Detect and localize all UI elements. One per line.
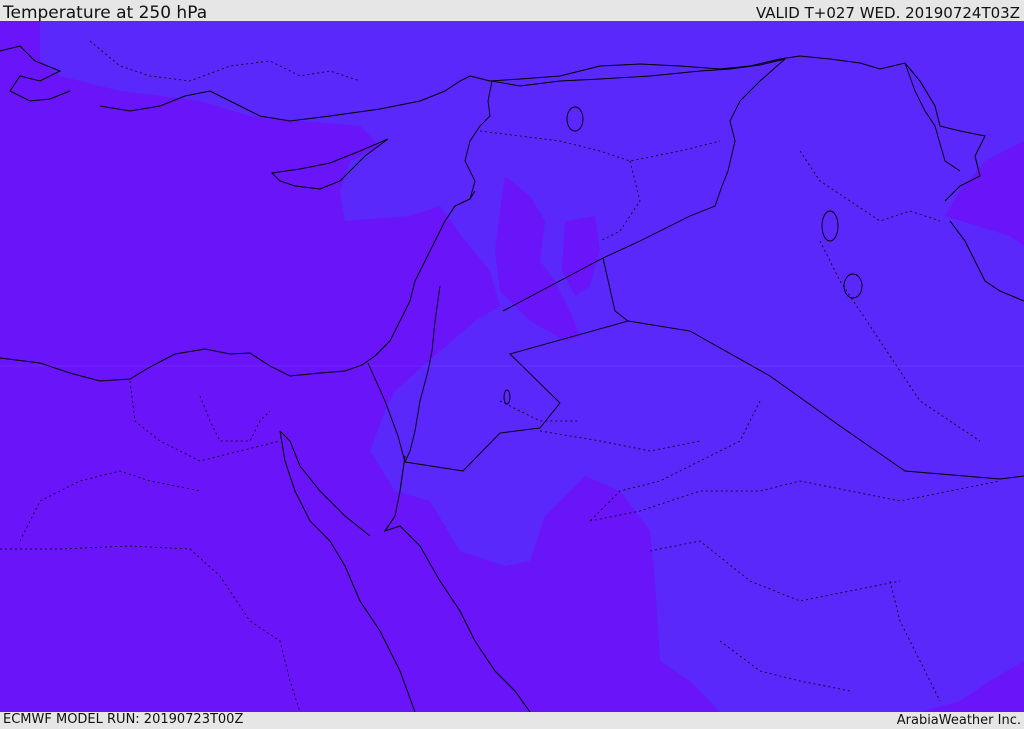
header-bar: Temperature at 250 hPa VALID T+027 WED. …	[0, 0, 1024, 23]
footer-bar: ECMWF MODEL RUN: 20190723T00Z ArabiaWeat…	[0, 712, 1024, 729]
model-run-label: ECMWF MODEL RUN: 20190723T00Z	[3, 712, 244, 727]
weather-map[interactable]	[0, 21, 1024, 712]
map-canvas	[0, 21, 1024, 712]
map-title: Temperature at 250 hPa	[3, 3, 208, 23]
valid-time: VALID T+027 WED. 20190724T03Z	[755, 4, 1020, 22]
credit-label: ArabiaWeather Inc.	[896, 713, 1021, 728]
